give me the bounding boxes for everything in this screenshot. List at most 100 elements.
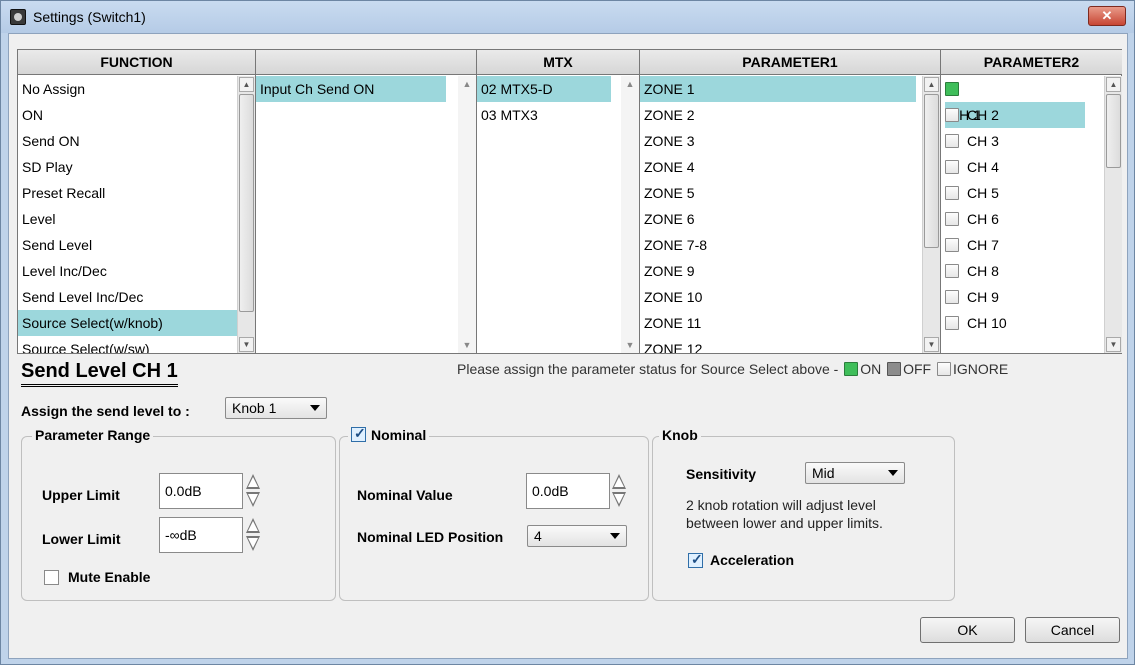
- list-item[interactable]: CH 9: [941, 284, 1102, 310]
- scroll-thumb[interactable]: [239, 94, 254, 312]
- list-item[interactable]: CH 4: [941, 154, 1102, 180]
- sub-scrollbar[interactable]: ▲ ▼: [458, 76, 476, 353]
- list-item[interactable]: ZONE 1: [640, 76, 916, 102]
- list-item[interactable]: Send Level Inc/Dec: [18, 284, 255, 310]
- scroll-up-icon[interactable]: ▲: [458, 79, 476, 89]
- cancel-button[interactable]: Cancel: [1025, 617, 1120, 643]
- list-item[interactable]: ZONE 2: [640, 102, 916, 128]
- list-item[interactable]: Level Inc/Dec: [18, 258, 255, 284]
- mute-enable-checkbox[interactable]: [44, 570, 59, 585]
- param1-list[interactable]: ZONE 1 ZONE 2 ZONE 3 ZONE 4 ZONE 5 ZONE 6 ZONE…: [640, 76, 916, 353]
- scroll-up-icon[interactable]: ▲: [1106, 77, 1121, 92]
- scroll-thumb[interactable]: [1106, 94, 1121, 168]
- list-item[interactable]: ON: [18, 102, 255, 128]
- list-item[interactable]: Send Level: [18, 232, 255, 258]
- assign-dropdown[interactable]: Knob 1: [225, 397, 327, 419]
- param2-scrollbar[interactable]: ▲ ▼: [1104, 76, 1122, 353]
- ignore-legend-icon: [937, 362, 951, 376]
- list-item[interactable]: ZONE 7-8: [640, 232, 916, 258]
- assignment-grid: FUNCTION No Assign ON Send ON SD Play Preset…: [17, 49, 1122, 354]
- scroll-up-icon[interactable]: ▲: [924, 77, 939, 92]
- list-item[interactable]: 02 MTX5-D: [477, 76, 611, 102]
- list-item[interactable]: No Assign: [18, 76, 255, 102]
- status-checkbox[interactable]: [945, 160, 959, 174]
- mtx-list[interactable]: 02 MTX5-D 03 MTX3: [477, 76, 611, 353]
- list-item[interactable]: CH 8: [941, 258, 1102, 284]
- function-scrollbar[interactable]: ▲ ▼: [237, 76, 255, 353]
- list-item[interactable]: ZONE 5: [640, 180, 916, 206]
- sub-list[interactable]: Input Ch Send ON: [256, 76, 446, 353]
- assign-value: Knob 1: [232, 400, 277, 416]
- nominal-led-dropdown[interactable]: 4: [527, 525, 627, 547]
- ok-button[interactable]: OK: [920, 617, 1015, 643]
- list-item[interactable]: CH 3: [941, 128, 1102, 154]
- status-checkbox[interactable]: [945, 134, 959, 148]
- list-item[interactable]: CH 1: [941, 76, 1102, 128]
- scroll-down-icon[interactable]: ▼: [621, 340, 639, 350]
- list-item[interactable]: ZONE 9: [640, 258, 916, 284]
- lower-limit-spinner[interactable]: [246, 518, 260, 552]
- param2-list[interactable]: CH 1 CH 2 CH 3 CH 4 CH 5 CH 6 CH 7 CH 8 CH 9 CH 1…: [941, 76, 1102, 353]
- list-item[interactable]: CH 7: [941, 232, 1102, 258]
- channel-label: CH 4: [967, 159, 999, 175]
- list-item[interactable]: Level: [18, 206, 255, 232]
- scroll-up-icon[interactable]: ▲: [239, 77, 254, 92]
- status-checkbox[interactable]: [945, 316, 959, 330]
- list-item[interactable]: Input Ch Send ON: [256, 76, 446, 102]
- list-item[interactable]: SD Play: [18, 154, 255, 180]
- section-title: Send Level CH 1: [21, 360, 178, 387]
- scroll-down-icon[interactable]: ▼: [1106, 337, 1121, 352]
- list-item[interactable]: Source Select(w/knob): [18, 310, 255, 336]
- status-checkbox[interactable]: [945, 108, 959, 122]
- list-item[interactable]: CH 2: [941, 102, 1102, 128]
- lower-limit-label: Lower Limit: [42, 531, 121, 547]
- status-checkbox[interactable]: [945, 290, 959, 304]
- status-checkbox[interactable]: [945, 264, 959, 278]
- scroll-down-icon[interactable]: ▼: [239, 337, 254, 352]
- param1-scrollbar[interactable]: ▲ ▼: [922, 76, 940, 353]
- scroll-down-icon[interactable]: ▼: [924, 337, 939, 352]
- param2-column: PARAMETER2 CH 1 CH 2 CH 3 CH 4 CH 5 CH 6 CH 7C…: [941, 50, 1122, 353]
- nominal-title: Nominal: [371, 427, 427, 443]
- list-item[interactable]: ZONE 4: [640, 154, 916, 180]
- arrow-up-icon[interactable]: [246, 518, 260, 533]
- scroll-up-icon[interactable]: ▲: [621, 79, 639, 89]
- nominal-value-spinner[interactable]: [612, 474, 626, 508]
- lower-limit-field[interactable]: -∞dB: [159, 517, 243, 553]
- list-item[interactable]: 03 MTX3: [477, 102, 611, 128]
- nominal-checkbox[interactable]: [351, 425, 366, 442]
- nominal-value-field[interactable]: 0.0dB: [526, 473, 610, 509]
- list-item[interactable]: ZONE 6: [640, 206, 916, 232]
- list-item[interactable]: ZONE 11: [640, 310, 916, 336]
- list-item[interactable]: Preset Recall: [18, 180, 255, 206]
- upper-limit-field[interactable]: 0.0dB: [159, 473, 243, 509]
- status-checkbox[interactable]: [945, 82, 959, 96]
- status-checkbox[interactable]: [945, 212, 959, 226]
- arrow-up-icon[interactable]: [246, 474, 260, 489]
- arrow-up-icon[interactable]: [612, 474, 626, 489]
- acceleration-checkbox[interactable]: [688, 551, 703, 568]
- arrow-down-icon[interactable]: [612, 492, 626, 507]
- arrow-down-icon[interactable]: [246, 536, 260, 551]
- list-item[interactable]: ZONE 3: [640, 128, 916, 154]
- mtx-scrollbar[interactable]: ▲ ▼: [621, 76, 639, 353]
- list-item[interactable]: CH 5: [941, 180, 1102, 206]
- scroll-down-icon[interactable]: ▼: [458, 340, 476, 350]
- status-checkbox[interactable]: [945, 186, 959, 200]
- close-button[interactable]: ✕: [1088, 6, 1126, 26]
- scroll-thumb[interactable]: [924, 94, 939, 248]
- status-checkbox[interactable]: [945, 238, 959, 252]
- list-item[interactable]: ZONE 12: [640, 336, 916, 353]
- upper-limit-spinner[interactable]: [246, 474, 260, 508]
- sub-header: [256, 50, 476, 75]
- list-item[interactable]: CH 6: [941, 206, 1102, 232]
- title-bar[interactable]: Settings (Switch1) ✕: [1, 1, 1134, 33]
- list-item[interactable]: ZONE 10: [640, 284, 916, 310]
- list-item[interactable]: CH 10: [941, 310, 1102, 336]
- arrow-down-icon[interactable]: [246, 492, 260, 507]
- list-item[interactable]: Source Select(w/sw): [18, 336, 255, 353]
- function-list[interactable]: No Assign ON Send ON SD Play Preset Recall Le…: [18, 76, 255, 353]
- on-legend-icon: [844, 362, 859, 376]
- sensitivity-dropdown[interactable]: Mid: [805, 462, 905, 484]
- list-item[interactable]: Send ON: [18, 128, 255, 154]
